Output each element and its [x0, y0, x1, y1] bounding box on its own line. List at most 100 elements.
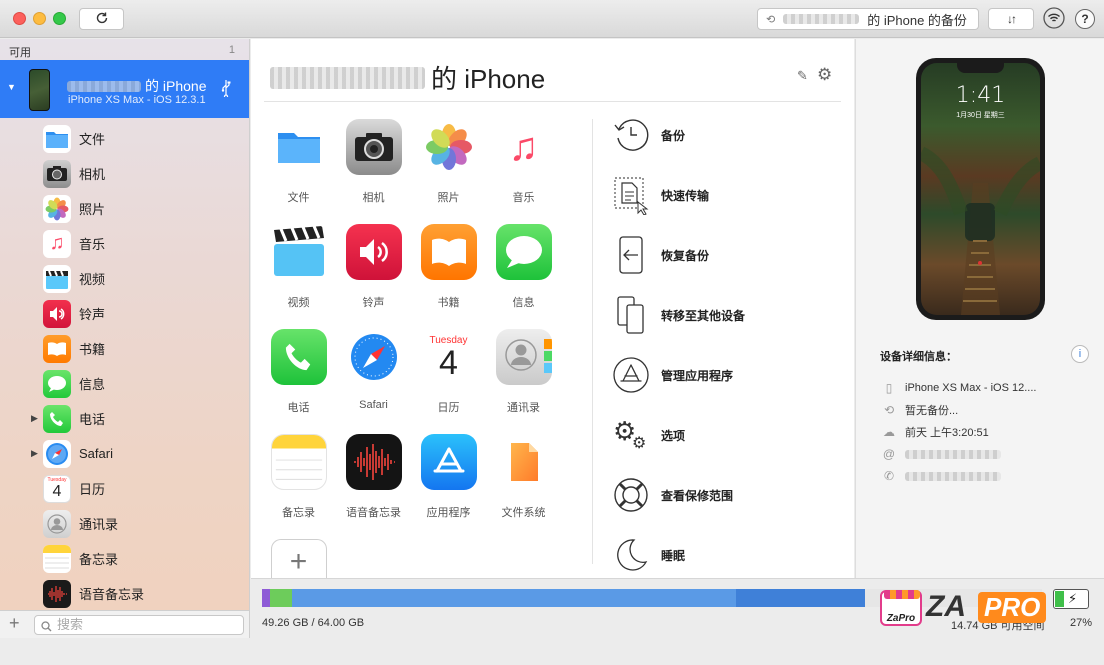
app-camera[interactable]: 相机 — [336, 119, 411, 205]
info-row-email: @ — [882, 445, 1001, 463]
contacts-icon — [43, 509, 71, 538]
action-manage-apps[interactable]: 管理应用程序 — [611, 353, 733, 397]
app-books[interactable]: 书籍 — [411, 224, 486, 310]
title-divider — [264, 101, 841, 102]
app-contacts[interactable]: 通讯录 — [486, 329, 561, 415]
app-messages[interactable]: 信息 — [486, 224, 561, 310]
close-window-button[interactable] — [13, 12, 26, 25]
app-files[interactable]: 文件 — [261, 119, 336, 205]
action-restore-backup[interactable]: 恢复备份 — [611, 233, 709, 277]
file-system-icon — [495, 434, 552, 490]
device-row[interactable]: ▼ 的 iPhone iPhone XS Max - iOS 12.3.1 — [0, 60, 249, 118]
app-music[interactable]: ♫ 音乐 — [486, 119, 561, 205]
sidebar-item-books[interactable]: 书籍 — [0, 331, 249, 366]
app-label: Safari — [359, 399, 388, 411]
info-row-phone: ✆ — [882, 467, 1001, 485]
refresh-button[interactable] — [79, 8, 124, 30]
app-notes[interactable]: 备忘录 — [261, 434, 336, 520]
zapro-watermark: ZaPro ZA PRO — [880, 586, 1060, 630]
app-ringtones[interactable]: 铃声 — [336, 224, 411, 310]
action-label: 查看保修范围 — [661, 488, 734, 503]
help-button[interactable]: ? — [1075, 9, 1095, 29]
section-count: 1 — [228, 44, 235, 56]
app-voice-memos[interactable]: 语音备忘录 — [336, 434, 411, 520]
search-placeholder: 搜索 — [57, 617, 84, 632]
search-input[interactable]: 搜索 — [34, 615, 244, 635]
sidebar-item-safari[interactable]: ▶ Safari — [0, 436, 249, 471]
sidebar-item-calendar[interactable]: Tuesday 4 日历 — [0, 471, 249, 506]
add-button[interactable]: + — [9, 613, 20, 634]
app-file-system[interactable]: 文件系统 — [486, 434, 561, 520]
sidebar-item-music[interactable]: ♫ 音乐 — [0, 226, 249, 261]
history-icon: ⟲ — [766, 13, 776, 26]
app-label: 书籍 — [437, 297, 460, 309]
sidebar-item-contacts[interactable]: 通讯录 — [0, 506, 249, 541]
info-row-last-sync: ☁ 前天 上午3:20:51 — [882, 423, 989, 441]
sidebar-item-photos[interactable]: 照片 — [0, 191, 249, 226]
app-video[interactable]: 视频 — [261, 224, 336, 310]
charging-bolt-icon: ⚡ — [1068, 591, 1078, 606]
disclosure-triangle-icon[interactable]: ▶ — [31, 413, 38, 424]
info-button[interactable]: i — [1071, 345, 1089, 363]
app-calendar[interactable]: Tuesday 4 日历 — [411, 329, 486, 415]
action-quick-transfer[interactable]: 快速传输 — [611, 173, 709, 217]
wifi-button[interactable] — [1043, 6, 1065, 29]
sidebar-item-video[interactable]: 视频 — [0, 261, 249, 296]
sidebar-item-notes[interactable]: 备忘录 — [0, 541, 249, 576]
sidebar-item-label: 信息 — [79, 377, 106, 392]
app-applications[interactable]: 应用程序 — [411, 434, 486, 520]
edit-pencil-icon[interactable]: ✎ — [797, 68, 808, 84]
action-label: 快速传输 — [661, 188, 710, 203]
sidebar-item-messages[interactable]: 信息 — [0, 366, 249, 401]
disclosure-triangle-icon[interactable]: ▼ — [7, 82, 16, 92]
main-panel: 的 iPhone ✎ ⚙ 文件 相机 照片 ♫ 音乐 视频 铃声 书籍 信息 电… — [251, 39, 854, 583]
app-photos[interactable]: 照片 — [411, 119, 486, 205]
sidebar-item-camera[interactable]: 相机 — [0, 156, 249, 191]
redacted-name — [270, 66, 425, 89]
action-backup[interactable]: 备份 — [611, 113, 685, 157]
sidebar-item-ringtones[interactable]: 铃声 — [0, 296, 249, 331]
info-text: 暂无备份... — [905, 405, 959, 417]
info-row-backup: ⟲ 暂无备份... — [882, 401, 958, 419]
sidebar-item-label: 日历 — [79, 482, 106, 497]
sidebar-item-voice-memos[interactable]: 语音备忘录 — [0, 576, 249, 610]
backup-clock-icon — [611, 115, 651, 155]
sidebar-item-label: 语音备忘录 — [79, 587, 145, 602]
iphone-icon: ▯ — [885, 381, 893, 395]
sidebar-item-label: 相机 — [79, 167, 106, 182]
add-app-button[interactable]: + — [261, 539, 336, 583]
device-screen: 1:41 1月30日 星期三 — [921, 63, 1040, 315]
transfer-button[interactable]: ↓↑ — [988, 8, 1034, 30]
zoom-window-button[interactable] — [53, 12, 66, 25]
action-label: 转移至其他设备 — [661, 308, 746, 323]
sidebar-item-label: 照片 — [79, 202, 106, 217]
app-safari[interactable]: Safari — [336, 329, 411, 411]
settings-gear-icon[interactable]: ⚙ — [817, 65, 832, 85]
app-label: 文件系统 — [501, 507, 546, 519]
storage-used: 49.26 GB / 64.00 GB — [262, 617, 365, 629]
calendar-icon: Tuesday 4 — [420, 329, 477, 385]
sidebar-item-label: 书籍 — [79, 342, 106, 357]
safari-icon — [43, 439, 71, 468]
app-label: 文件 — [287, 192, 310, 204]
app-label: 音乐 — [512, 192, 535, 204]
storage-segment-photos — [269, 589, 292, 607]
minimize-window-button[interactable] — [33, 12, 46, 25]
app-store-icon — [611, 355, 651, 395]
sidebar-item-phone[interactable]: ▶ 电话 — [0, 401, 249, 436]
app-label: 照片 — [437, 192, 460, 204]
action-options[interactable]: ⚙ ⚙ 选项 — [611, 413, 685, 457]
messages-icon — [495, 224, 552, 280]
app-label: 语音备忘录 — [346, 507, 401, 519]
books-icon — [43, 334, 71, 363]
sidebar-item-files[interactable]: 文件 — [0, 121, 249, 156]
plus-icon: + — [270, 539, 327, 583]
action-sleep[interactable]: 睡眠 — [611, 533, 685, 577]
disclosure-triangle-icon[interactable]: ▶ — [31, 448, 38, 459]
action-warranty[interactable]: 查看保修范围 — [611, 473, 733, 517]
device-backup-button[interactable]: ⟲ 的 iPhone 的备份 — [757, 8, 979, 30]
voice-memos-icon — [345, 434, 402, 490]
app-phone[interactable]: 电话 — [261, 329, 336, 415]
calendar-day: 4 — [52, 483, 62, 500]
action-transfer-device[interactable]: 转移至其他设备 — [611, 293, 745, 337]
